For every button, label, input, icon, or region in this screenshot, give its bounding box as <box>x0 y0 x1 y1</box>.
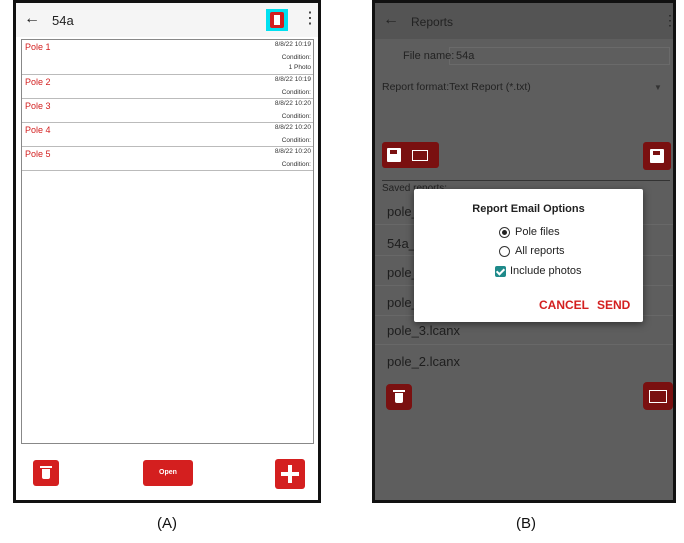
pole-row[interactable]: Pole 4 8/8/22 10:20 Condition: <box>22 123 313 147</box>
divider <box>382 180 670 181</box>
pole-row[interactable]: Pole 1 8/8/22 10:19 Condition: 1 Photo <box>22 40 313 75</box>
dropdown-arrow-icon: ▼ <box>654 83 662 92</box>
pole-condition: Condition: <box>281 161 311 168</box>
saved-report-item[interactable]: pole_2.lcanx <box>387 354 460 369</box>
pole-photo-count: 1 Photo <box>288 64 311 71</box>
pole-name: Pole 2 <box>25 77 51 87</box>
save-icon <box>387 148 401 162</box>
back-arrow-icon[interactable]: ← <box>24 10 40 28</box>
pole-files-radio[interactable] <box>499 227 510 238</box>
caption-a: (A) <box>157 515 177 532</box>
pole-condition: Condition: <box>281 113 311 120</box>
divider <box>375 344 673 345</box>
include-photos-checkbox[interactable] <box>495 266 506 277</box>
include-photos-label: Include photos <box>510 265 582 277</box>
all-reports-radio[interactable] <box>499 246 510 257</box>
pole-name: Pole 5 <box>25 149 51 159</box>
send-button[interactable]: SEND <box>597 298 630 312</box>
all-reports-label: All reports <box>515 245 565 257</box>
pole-row[interactable]: Pole 2 8/8/22 10:19 Condition: <box>22 75 313 99</box>
more-vert-icon[interactable]: ⋮ <box>302 11 318 27</box>
report-icon <box>270 12 284 28</box>
pole-date: 8/8/22 10:19 <box>274 41 311 48</box>
add-pole-button[interactable] <box>275 459 305 489</box>
pole-row[interactable]: Pole 3 8/8/22 10:20 Condition: <box>22 99 313 123</box>
pole-name: Pole 1 <box>25 42 51 52</box>
page-title: Reports <box>411 15 454 29</box>
pole-date: 8/8/22 10:20 <box>274 148 311 155</box>
pole-condition: Condition: <box>281 54 311 61</box>
save-button[interactable] <box>643 142 671 170</box>
email-icon <box>649 390 667 403</box>
email-button[interactable] <box>643 382 673 410</box>
pole-condition: Condition: <box>281 89 311 96</box>
file-name-label: File name: <box>403 50 455 62</box>
save-and-email-button[interactable] <box>382 142 439 168</box>
pole-row[interactable]: Pole 5 8/8/22 10:20 Condition: <box>22 147 313 171</box>
back-arrow-icon[interactable]: ← <box>383 11 399 29</box>
saved-report-item[interactable]: 54a_ <box>387 236 416 251</box>
pole-name: Pole 3 <box>25 101 51 111</box>
highlighted-report-button[interactable] <box>266 9 288 31</box>
pole-date: 8/8/22 10:20 <box>274 124 311 131</box>
email-icon <box>412 150 428 161</box>
saved-report-item[interactable]: pole_3.lcanx <box>387 323 460 338</box>
caption-b: (B) <box>516 515 536 532</box>
delete-button[interactable] <box>33 460 59 486</box>
app-bar: ← Reports ⋮ <box>375 3 673 39</box>
pole-date: 8/8/22 10:19 <box>274 76 311 83</box>
file-name-input[interactable] <box>449 47 670 65</box>
more-vert-icon[interactable]: ⋮ <box>663 13 673 27</box>
pole-date: 8/8/22 10:20 <box>274 100 311 107</box>
report-email-options-dialog: Report Email Options Pole files All repo… <box>414 189 643 322</box>
delete-button[interactable] <box>386 384 412 410</box>
open-button[interactable]: Open <box>143 460 193 486</box>
page-title: 54a <box>52 13 74 28</box>
pole-files-label: Pole files <box>515 226 560 238</box>
phone-screen-a: ← 54a ⋮ Pole 1 8/8/22 10:19 Condition: 1… <box>13 0 321 503</box>
phone-screen-b: ← Reports ⋮ File name: 54a Report format… <box>372 0 676 503</box>
pole-name: Pole 4 <box>25 125 51 135</box>
file-name-value: 54a <box>456 50 475 62</box>
report-format-select[interactable]: Report format:Text Report (*.txt) <box>382 81 531 93</box>
pole-condition: Condition: <box>281 137 311 144</box>
pole-list: Pole 1 8/8/22 10:19 Condition: 1 Photo P… <box>21 39 314 444</box>
save-icon <box>650 149 664 163</box>
cancel-button[interactable]: CANCEL <box>539 298 589 312</box>
dialog-title: Report Email Options <box>472 203 585 215</box>
app-bar: ← 54a ⋮ <box>16 3 318 37</box>
